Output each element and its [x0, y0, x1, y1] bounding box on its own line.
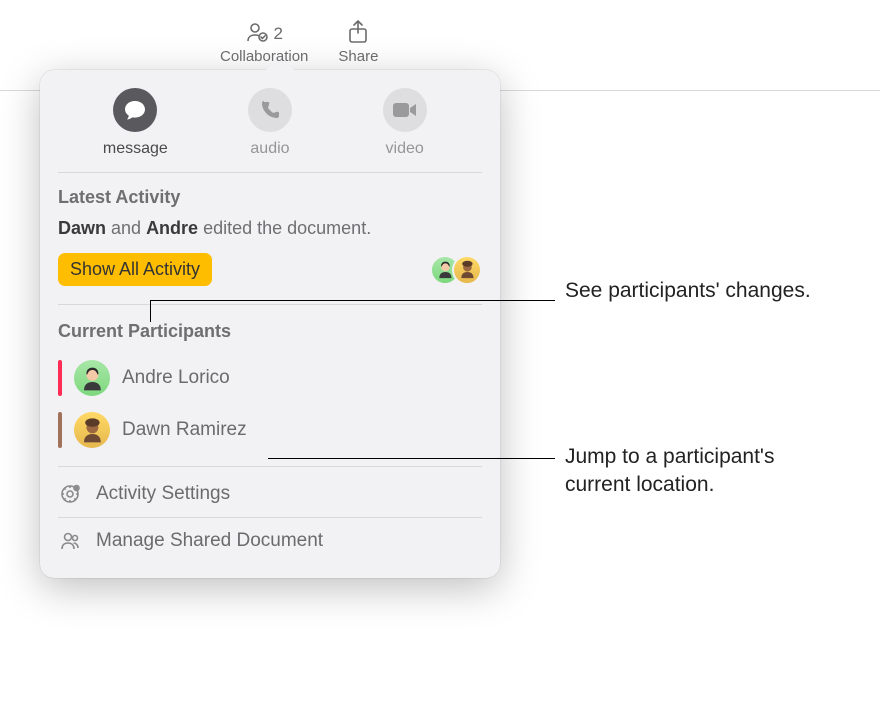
people-icon: [58, 529, 82, 553]
message-icon: [113, 88, 157, 132]
avatar: [452, 255, 482, 285]
collaboration-toolbar-button[interactable]: 2 Collaboration: [220, 20, 308, 65]
avatar: [74, 360, 110, 396]
message-button[interactable]: message: [75, 88, 195, 158]
collaboration-label: Collaboration: [220, 48, 308, 65]
message-label: message: [103, 140, 168, 158]
latest-activity-title: Latest Activity: [58, 187, 482, 208]
audio-button[interactable]: audio: [210, 88, 330, 158]
collaboration-icon: [245, 21, 269, 47]
share-label: Share: [338, 48, 378, 65]
callout-connector: [150, 300, 555, 301]
share-icon: [348, 20, 368, 48]
participant-color-bar: [58, 360, 62, 396]
show-all-activity-button[interactable]: Show All Activity: [58, 253, 212, 286]
share-toolbar-button[interactable]: Share: [338, 20, 378, 65]
manage-shared-label: Manage Shared Document: [96, 530, 323, 552]
video-button[interactable]: video: [345, 88, 465, 158]
latest-activity-section: Latest Activity Dawn and Andre edited th…: [40, 173, 500, 305]
activity-avatars: [430, 255, 482, 285]
popover-footer: Activity Settings Manage Shared Document: [40, 467, 500, 578]
gear-icon: [58, 482, 82, 506]
current-participants-section: Current Participants Andre Lorico Dawn R…: [40, 305, 500, 467]
collaboration-popover: message audio video Latest Activity Dawn…: [40, 70, 500, 578]
actor-name: Andre: [146, 218, 198, 238]
participant-item[interactable]: Andre Lorico: [58, 352, 482, 404]
avatar: [74, 412, 110, 448]
activity-summary: Dawn and Andre edited the document.: [58, 218, 482, 239]
callout-text: See participants' changes.: [565, 277, 811, 305]
collaboration-count: 2: [273, 24, 282, 44]
participant-item[interactable]: Dawn Ramirez: [58, 404, 482, 456]
phone-icon: [248, 88, 292, 132]
callout-connector: [268, 458, 555, 459]
participant-color-bar: [58, 412, 62, 448]
callout-text: Jump to a participant's current location…: [565, 443, 774, 500]
video-label: video: [386, 140, 424, 158]
manage-shared-document-item[interactable]: Manage Shared Document: [58, 518, 482, 564]
communication-row: message audio video: [58, 70, 482, 173]
participant-name: Andre Lorico: [122, 367, 230, 389]
video-icon: [383, 88, 427, 132]
participant-name: Dawn Ramirez: [122, 419, 247, 441]
toolbar: 2 Collaboration Share: [220, 20, 378, 65]
callout-connector: [150, 300, 151, 322]
audio-label: audio: [250, 140, 289, 158]
activity-settings-label: Activity Settings: [96, 483, 230, 505]
activity-settings-item[interactable]: Activity Settings: [58, 471, 482, 518]
current-participants-title: Current Participants: [58, 321, 482, 342]
actor-name: Dawn: [58, 218, 106, 238]
